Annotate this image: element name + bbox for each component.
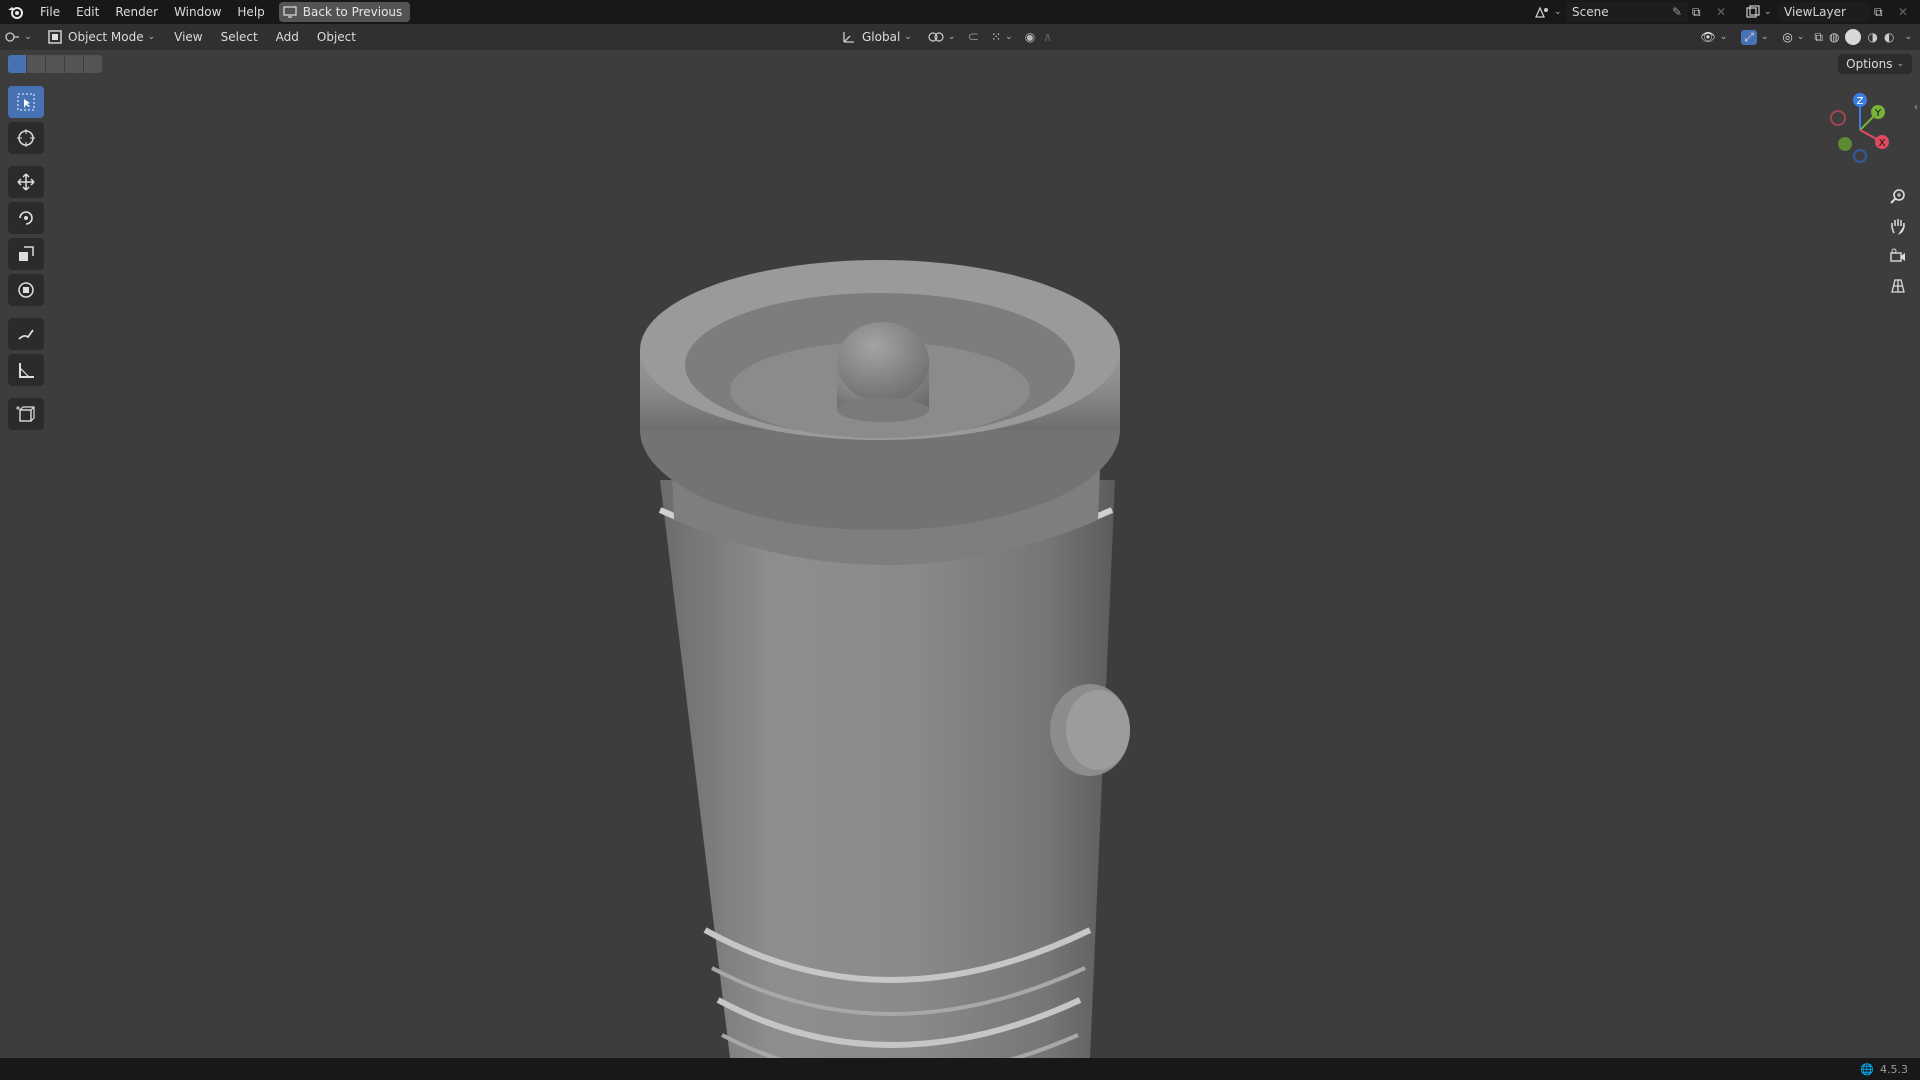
overlays-toggle[interactable]: ◎ ⌄ [1778,27,1808,47]
navigation-gizmo[interactable]: Z Y X [1820,90,1900,170]
visibility-dropdown[interactable]: 👁 ⌄ [1696,27,1731,47]
select-invert-icon[interactable] [65,55,83,73]
gizmo-y-label: Y [1874,108,1882,119]
scene-name: Scene [1572,5,1609,19]
options-label: Options [1846,57,1893,71]
pin-icon[interactable]: ✎ [1672,5,1682,19]
viewlayer-name: ViewLayer [1784,5,1846,19]
measure-tool[interactable] [8,354,44,386]
move-tool[interactable] [8,166,44,198]
shading-rendered-icon[interactable]: ◐ [1884,30,1894,44]
delete-viewlayer-icon[interactable]: ✕ [1898,5,1912,19]
menu-add[interactable]: Add [267,30,308,44]
select-intersect-icon[interactable] [84,55,102,73]
shading-options-chevron[interactable]: ⌄ [1904,32,1912,42]
menu-window[interactable]: Window [166,0,229,24]
add-cube-tool[interactable] [8,398,44,430]
blender-logo-icon[interactable] [0,0,32,24]
snap-grid-icon: ⁙ [991,30,1002,44]
menu-render[interactable]: Render [107,0,166,24]
move-icon [17,173,35,191]
scene-name-field[interactable]: Scene ✎ [1566,2,1688,22]
menu-help[interactable]: Help [229,0,272,24]
editor-type-icon[interactable]: ⌄ [0,30,36,44]
status-bar: 🌐 4.5.3 [0,1058,1920,1080]
back-to-previous-label: Back to Previous [302,5,403,19]
perspective-toggle-button[interactable] [1884,272,1912,300]
transform-tool[interactable] [8,274,44,306]
snap-toggle-icon[interactable]: ⊂ [967,29,979,45]
tool-shelf [8,86,48,434]
scale-icon [19,246,34,261]
proportional-editing-icon[interactable]: ◉ [1025,30,1035,44]
object-mode-icon [48,30,62,44]
camera-icon [1890,248,1905,262]
version-label: 4.5.3 [1880,1062,1908,1076]
snap-target-dropdown[interactable]: ⁙ ⌄ [987,27,1017,47]
select-box-icon [17,93,35,111]
network-icon: 🌐 [1860,1062,1874,1076]
ruler-icon [19,363,34,378]
viewlayer-name-field[interactable]: ViewLayer [1778,2,1870,22]
pencil-icon [18,329,34,340]
camera-view-button[interactable] [1884,242,1912,270]
scale-tool[interactable] [8,238,44,270]
orientation-icon [843,32,854,43]
chevron-down-icon: ⌄ [147,32,156,42]
sidebar-toggle-icon[interactable]: ‹ [1914,102,1918,113]
transform-orientation-dropdown[interactable]: Global ⌄ [838,27,916,47]
back-to-previous-button[interactable]: Back to Previous [278,2,411,22]
eye-icon: 👁 [1700,30,1716,44]
menu-edit[interactable]: Edit [68,0,107,24]
zoom-icon [1890,189,1905,204]
select-extend-icon[interactable] [27,55,45,73]
transform-orientation-label: Global [862,30,901,44]
cursor-icon [17,129,35,147]
screen-icon [283,6,297,18]
annotate-tool[interactable] [8,318,44,350]
rotate-icon [19,211,33,225]
pivot-icon [928,32,944,42]
xray-toggle-icon[interactable]: ⧉ [1814,30,1823,45]
grid-icon [1891,279,1905,293]
select-new-icon[interactable] [8,55,26,73]
top-bar: File Edit Render Window Help Back to Pre… [0,0,1920,24]
menu-file[interactable]: File [32,0,68,24]
new-scene-icon[interactable]: ⧉ [1692,5,1712,20]
viewport-header: ⌄ Object Mode ⌄ View Select Add Object G… [0,24,1920,50]
new-viewlayer-icon[interactable]: ⧉ [1874,5,1894,20]
gizmo-toggle[interactable]: ⤢ ⌄ [1737,27,1772,47]
select-box-tool[interactable] [8,86,44,118]
menu-object[interactable]: Object [308,30,365,44]
rotate-tool[interactable] [8,202,44,234]
pivot-point-dropdown[interactable]: ⌄ [924,27,960,47]
select-subtract-icon[interactable] [46,55,64,73]
selection-mode-toggles [8,55,103,73]
zoom-button[interactable] [1884,182,1912,210]
menu-select[interactable]: Select [212,30,267,44]
cursor-tool[interactable] [8,122,44,154]
falloff-icon[interactable]: ∧ [1043,30,1052,44]
viewlayer-selector-icon[interactable]: ⌄ [1746,5,1774,19]
mode-label: Object Mode [68,30,144,44]
3d-viewport[interactable]: Options ⌄ Z Y X ‹ [0,50,1920,1080]
transform-icon [18,282,34,298]
add-cube-icon [16,406,35,422]
gizmo-x-label: X [1879,138,1886,149]
shading-wireframe-icon[interactable]: ◍ [1829,30,1839,44]
overlays-icon: ◎ [1782,30,1793,44]
pan-button[interactable] [1884,212,1912,240]
3d-model [640,260,1130,1080]
gizmo-z-label: Z [1857,96,1864,107]
menu-view[interactable]: View [165,30,211,44]
delete-scene-icon[interactable]: ✕ [1716,5,1736,19]
mode-selector[interactable]: Object Mode ⌄ [44,27,159,47]
hand-icon [1891,219,1905,235]
scene-selector-icon[interactable]: ⌄ [1534,5,1562,19]
options-dropdown[interactable]: Options ⌄ [1838,54,1912,74]
gizmo-icon: ⤢ [1741,29,1757,45]
shading-material-icon[interactable]: ◑ [1867,30,1877,44]
shading-solid-icon[interactable] [1845,29,1862,45]
